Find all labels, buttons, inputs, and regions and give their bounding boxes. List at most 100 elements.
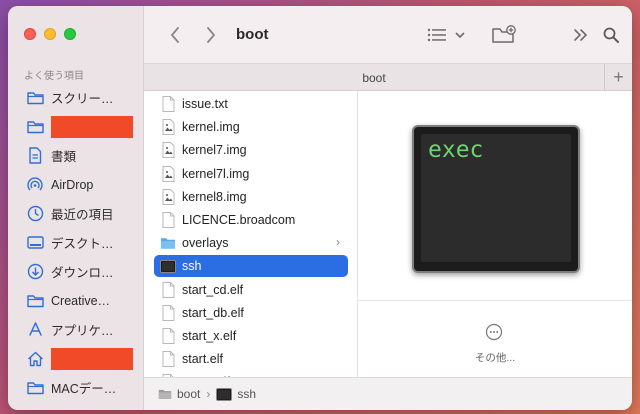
back-button[interactable] (164, 24, 186, 46)
more-label: その他... (474, 352, 516, 364)
view-options-button[interactable] (424, 24, 468, 46)
file-row[interactable]: overlays › (154, 232, 348, 254)
path-segment-label: ssh (237, 387, 257, 401)
document-icon (29, 147, 42, 164)
sidebar-item[interactable]: ダウンロ… (8, 257, 144, 286)
text-file-icon (162, 96, 174, 112)
file-row[interactable]: LICENCE.broadcom (154, 209, 348, 231)
file-name: LICENCE.broadcom (182, 213, 296, 227)
download-icon (27, 263, 43, 280)
text-file-icon (162, 304, 174, 321)
chevron-down-icon (455, 32, 465, 39)
file-name: kernel8.img (182, 189, 247, 204)
sidebar-list: スクリー… 書類 AirDrop 最近の項目デスクト… ダウンロ… Creative… アプ… (8, 83, 144, 402)
folder-icon (160, 238, 176, 249)
file-name: start.elf (182, 352, 223, 367)
file-name: overlays (182, 236, 229, 251)
file-name: kernel7.img (182, 143, 247, 158)
file-name: start_x.elf (182, 329, 237, 343)
sidebar-item-label: ダウンロ… (51, 266, 114, 280)
sidebar-item[interactable]: 書類 (8, 141, 144, 170)
file-row[interactable]: start.elf (154, 348, 348, 370)
path-segment[interactable]: boot (158, 387, 200, 401)
preview-pane: exec その他... (358, 91, 632, 377)
sidebar-item-label: 最近の項目 (51, 208, 114, 222)
redacted-label (51, 347, 133, 370)
file-name: kernel.img (182, 120, 240, 135)
forward-button[interactable] (200, 24, 222, 46)
file-row[interactable]: kernel7l.img (154, 163, 348, 185)
finder-window: よく使う項目 スクリー… 書類 AirDrop 最近の項目デスクト… ダウンロ… Crea… (8, 6, 632, 410)
sidebar-item-label: Creative… (51, 293, 111, 308)
toolbar-overflow-button[interactable] (570, 24, 592, 46)
sidebar-item[interactable]: アプリケ… (8, 315, 144, 344)
new-folder-button[interactable] (490, 24, 518, 46)
image-file-icon (162, 188, 174, 205)
file-row[interactable]: kernel8.img (154, 186, 348, 208)
sidebar-item-label: AirDrop (51, 177, 94, 192)
sidebar-item[interactable]: MACデー… (8, 373, 144, 402)
double-chevron-right-icon (574, 29, 588, 41)
path-bar: boot › ssh (144, 377, 632, 410)
new-folder-icon (492, 25, 516, 43)
applications-icon (28, 322, 42, 336)
sidebar-item[interactable]: 最近の項目 (8, 199, 144, 228)
file-name: kernel7l.img (182, 166, 250, 181)
image-file-icon (162, 165, 174, 182)
search-button[interactable] (600, 24, 622, 46)
chevron-right-icon (207, 27, 215, 43)
file-row[interactable]: start_x.elf (154, 325, 348, 347)
search-icon (603, 27, 619, 43)
minimize-button[interactable] (44, 28, 56, 40)
close-button[interactable] (24, 28, 36, 40)
list-view-icon (427, 28, 446, 42)
file-row[interactable]: kernel.img (154, 116, 348, 138)
file-row[interactable]: ssh (154, 255, 348, 278)
sidebar-item-label: MACデー… (51, 382, 117, 396)
folder-icon (26, 294, 44, 307)
sidebar-section-favorites: よく使う項目 (24, 71, 84, 82)
sidebar-item[interactable]: スクリー… (8, 83, 144, 112)
sidebar-item-label: デスクト… (51, 237, 114, 251)
sidebar-item[interactable]: AirDrop (8, 170, 144, 199)
folder-icon (158, 389, 172, 399)
folder-icon (26, 120, 44, 133)
path-segment[interactable]: ssh (216, 387, 256, 401)
sidebar-item[interactable]: Creative… (8, 286, 144, 315)
more-button[interactable] (484, 322, 504, 342)
file-row[interactable]: issue.txt (154, 93, 348, 115)
airdrop-icon (27, 176, 43, 190)
file-row[interactable]: kernel7.img (154, 139, 348, 161)
redacted-label (51, 115, 133, 138)
text-file-icon (162, 351, 174, 368)
path-separator-icon: › (206, 387, 211, 401)
exec-file-preview-icon: exec (412, 125, 580, 273)
clock-icon (27, 205, 43, 222)
zoom-button[interactable] (64, 28, 76, 40)
tab-boot[interactable]: boot (144, 71, 604, 85)
file-list: issue.txt kernel.img kernel7.img kernel7l.i… (144, 91, 358, 377)
tab-bar: boot + (144, 64, 632, 91)
window-controls (24, 28, 76, 40)
sidebar: よく使う項目 スクリー… 書類 AirDrop 最近の項目デスクト… ダウンロ… Crea… (8, 6, 144, 410)
executable-icon (160, 259, 176, 273)
file-name: ssh (182, 259, 202, 274)
sidebar-item[interactable]: デスクト… (8, 228, 144, 257)
home-icon (27, 351, 43, 366)
plus-icon: + (613, 67, 624, 87)
file-row[interactable]: start_db.elf (154, 302, 348, 324)
file-name: start_cd.elf (182, 282, 244, 297)
preview-divider (358, 300, 632, 301)
sidebar-item-label: 書類 (51, 150, 77, 164)
sidebar-item-label: アプリケ… (51, 324, 114, 338)
new-tab-button[interactable]: + (604, 64, 632, 91)
file-row[interactable]: start_cd.elf (154, 279, 348, 301)
toolbar: boot (144, 6, 632, 64)
text-file-icon (162, 328, 174, 344)
file-name: start_db.elf (182, 305, 244, 320)
image-file-icon (162, 142, 174, 159)
exec-label: exec (428, 137, 484, 163)
sidebar-item[interactable] (8, 344, 144, 373)
sidebar-item[interactable] (8, 112, 144, 141)
text-file-icon (162, 212, 174, 228)
